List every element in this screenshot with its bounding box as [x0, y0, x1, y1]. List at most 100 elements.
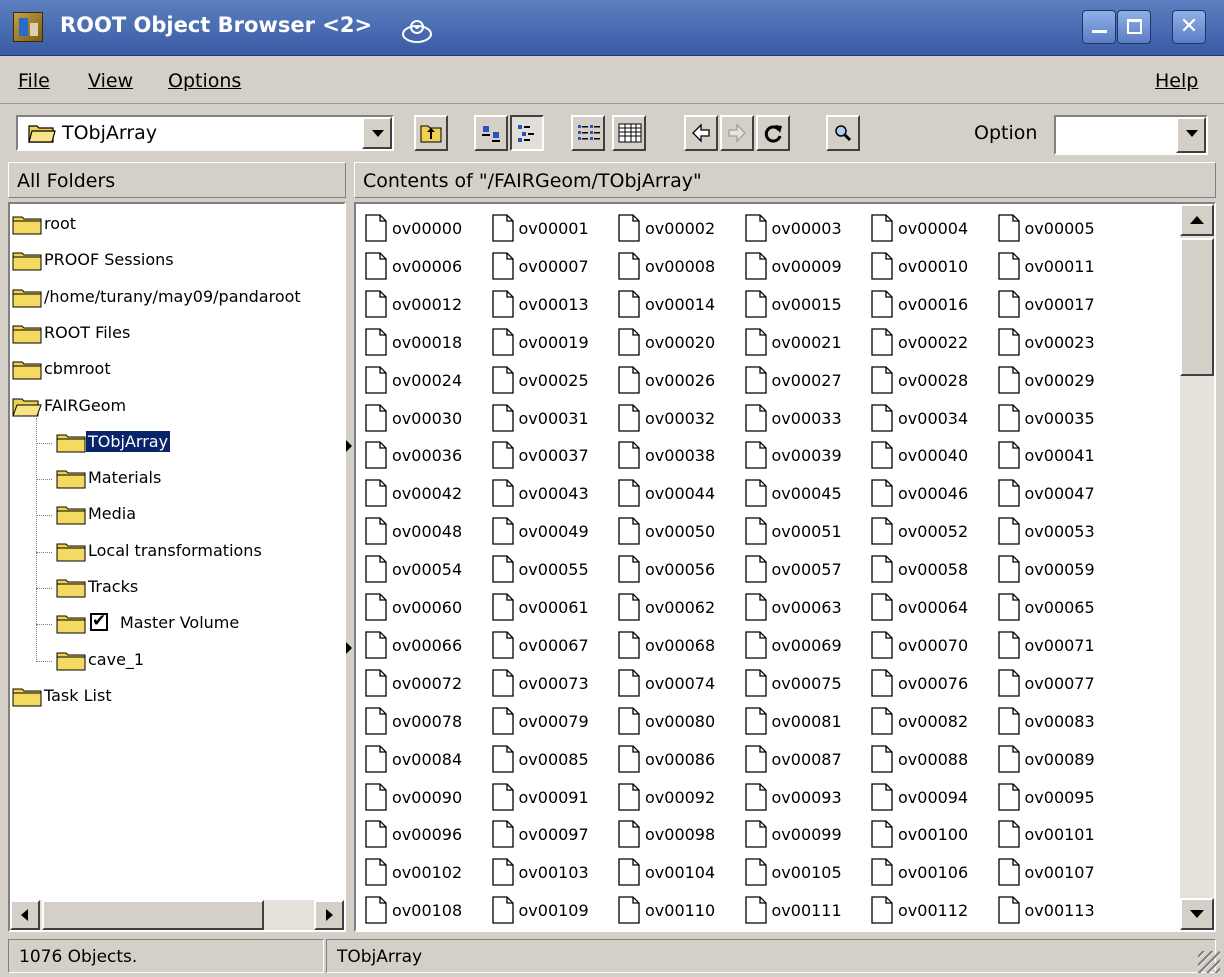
refresh-button[interactable] [756, 115, 790, 151]
object-item[interactable]: ov00062 [617, 593, 738, 623]
object-item[interactable]: ov00098 [617, 820, 738, 850]
object-item[interactable]: ov00070 [870, 631, 991, 661]
tree-item[interactable]: Media [56, 500, 340, 530]
object-item[interactable]: ov00050 [617, 517, 738, 547]
object-item[interactable]: ov00053 [997, 517, 1118, 547]
tree-item[interactable]: /home/turany/may09/pandaroot [12, 283, 340, 313]
object-item[interactable]: ov00104 [617, 858, 738, 888]
object-item[interactable]: ov00078 [364, 707, 485, 737]
object-item[interactable]: ov00100 [870, 820, 991, 850]
object-item[interactable]: ov00023 [997, 328, 1118, 358]
object-item[interactable]: ov00030 [364, 403, 485, 434]
object-item[interactable]: ov00067 [491, 631, 612, 661]
close-button[interactable]: ✕ [1172, 10, 1206, 44]
tree-item[interactable]: Tracks [56, 573, 340, 603]
object-item[interactable]: ov00007 [491, 252, 612, 282]
object-item[interactable]: ov00058 [870, 555, 991, 585]
object-item[interactable]: ov00018 [364, 328, 485, 358]
details-view-button[interactable] [612, 115, 646, 151]
object-item[interactable]: ov00112 [870, 896, 991, 926]
path-combobox[interactable]: TObjArray [16, 115, 394, 151]
object-item[interactable]: ov00020 [617, 328, 738, 358]
object-item[interactable]: ov00068 [617, 631, 738, 661]
vertical-scroll-thumb[interactable] [1180, 238, 1214, 376]
object-item[interactable]: ov00031 [491, 403, 612, 434]
tree-item[interactable]: Task List [12, 682, 340, 712]
object-item[interactable]: ov00015 [744, 290, 865, 320]
object-item[interactable]: ov00101 [997, 820, 1118, 850]
tree-item[interactable]: TObjArray [56, 428, 340, 458]
scroll-down-button[interactable] [1180, 898, 1214, 930]
object-item[interactable]: ov00083 [997, 707, 1118, 737]
tree-item[interactable]: PROOF Sessions [12, 246, 340, 276]
object-item[interactable]: ov00102 [364, 858, 485, 888]
object-item[interactable]: ov00095 [997, 782, 1118, 813]
object-item[interactable]: ov00052 [870, 517, 991, 547]
object-item[interactable]: ov00011 [997, 252, 1118, 282]
object-item[interactable]: ov00040 [870, 441, 991, 471]
object-item[interactable]: ov00056 [617, 555, 738, 585]
object-item[interactable]: ov00055 [491, 555, 612, 585]
object-item[interactable]: ov00081 [744, 707, 865, 737]
menu-options[interactable]: Options [168, 70, 241, 92]
object-item[interactable]: ov00064 [870, 593, 991, 623]
large-icons-view-button[interactable] [474, 115, 508, 151]
menu-help[interactable]: Help [1155, 70, 1198, 92]
splitter-arrow-icon[interactable] [346, 642, 352, 654]
object-item[interactable]: ov00016 [870, 290, 991, 320]
object-item[interactable]: ov00032 [617, 403, 738, 434]
object-item[interactable]: ov00096 [364, 820, 485, 850]
parent-folder-button[interactable] [414, 115, 448, 151]
object-item[interactable]: ov00021 [744, 328, 865, 358]
object-item[interactable]: ov00090 [364, 782, 485, 813]
scroll-up-button[interactable] [1180, 204, 1214, 236]
object-item[interactable]: ov00088 [870, 744, 991, 775]
tree-item[interactable]: root [12, 210, 340, 240]
object-item[interactable]: ov00094 [870, 782, 991, 813]
object-item[interactable]: ov00035 [997, 403, 1118, 434]
object-item[interactable]: ov00108 [364, 896, 485, 926]
object-item[interactable]: ov00077 [997, 669, 1118, 699]
contents-vertical-scrollbar[interactable] [1180, 204, 1214, 930]
object-item[interactable]: ov00109 [491, 896, 612, 926]
object-item[interactable]: ov00044 [617, 479, 738, 509]
menu-view[interactable]: View [88, 70, 133, 92]
object-item[interactable]: ov00054 [364, 555, 485, 585]
object-item[interactable]: ov00037 [491, 441, 612, 471]
object-item[interactable]: ov00097 [491, 820, 612, 850]
object-item[interactable]: ov00038 [617, 441, 738, 471]
object-item[interactable]: ov00105 [744, 858, 865, 888]
object-item[interactable]: ov00028 [870, 365, 991, 396]
object-item[interactable]: ov00099 [744, 820, 865, 850]
object-item[interactable]: ov00066 [364, 631, 485, 661]
object-item[interactable]: ov00080 [617, 707, 738, 737]
object-item[interactable]: ov00075 [744, 669, 865, 699]
maximize-button[interactable] [1117, 10, 1151, 44]
object-item[interactable]: ov00013 [491, 290, 612, 320]
object-item[interactable]: ov00017 [997, 290, 1118, 320]
object-item[interactable]: ov00014 [617, 290, 738, 320]
object-item[interactable]: ov00092 [617, 782, 738, 813]
object-item[interactable]: ov00106 [870, 858, 991, 888]
object-item[interactable]: ov00086 [617, 744, 738, 775]
object-item[interactable]: ov00027 [744, 365, 865, 396]
object-item[interactable]: ov00072 [364, 669, 485, 699]
object-item[interactable]: ov00089 [997, 744, 1118, 775]
root-app-icon[interactable] [13, 12, 43, 42]
back-button[interactable] [684, 115, 718, 151]
object-item[interactable]: ov00036 [364, 441, 485, 471]
object-item[interactable]: ov00046 [870, 479, 991, 509]
title-bar[interactable]: ROOT Object Browser <2> ✕ [0, 0, 1224, 56]
object-item[interactable]: ov00063 [744, 593, 865, 623]
object-item[interactable]: ov00069 [744, 631, 865, 661]
object-item[interactable]: ov00074 [617, 669, 738, 699]
object-item[interactable]: ov00005 [997, 214, 1118, 244]
object-item[interactable]: ov00082 [870, 707, 991, 737]
object-item[interactable]: ov00045 [744, 479, 865, 509]
object-item[interactable]: ov00113 [997, 896, 1118, 926]
object-item[interactable]: ov00039 [744, 441, 865, 471]
object-item[interactable]: ov00093 [744, 782, 865, 813]
tree-item[interactable]: ROOT Files [12, 319, 340, 349]
object-item[interactable]: ov00048 [364, 517, 485, 547]
object-item[interactable]: ov00004 [870, 214, 991, 244]
